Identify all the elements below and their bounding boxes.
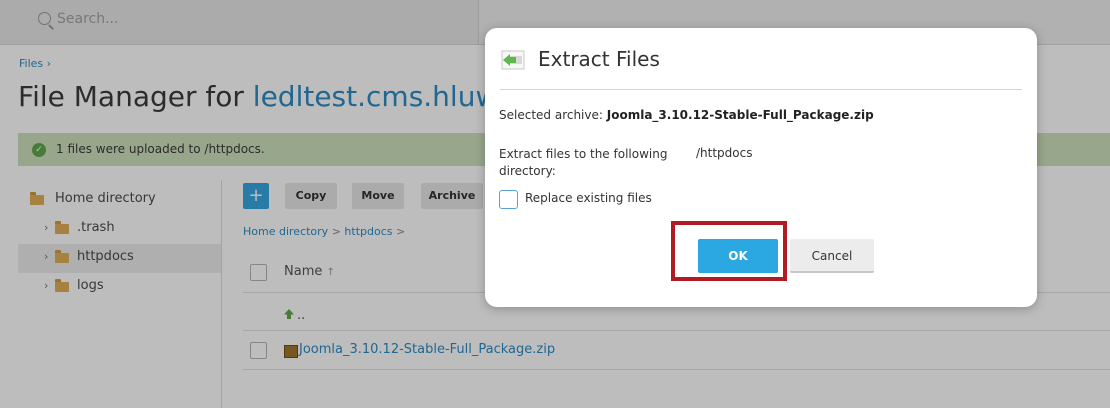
extract-icon: [501, 50, 525, 70]
selected-archive-label: Selected archive:: [499, 108, 603, 122]
replace-existing-checkbox[interactable]: [499, 190, 518, 209]
replace-existing-label[interactable]: Replace existing files: [525, 191, 652, 205]
dialog-divider: [500, 89, 1022, 90]
dialog-title: Extract Files: [538, 47, 660, 71]
extract-destination-value[interactable]: /httpdocs: [696, 146, 752, 160]
extract-files-dialog: Extract Files Selected archive: Joomla_3…: [485, 28, 1037, 307]
cancel-button[interactable]: Cancel: [790, 239, 874, 273]
selected-archive-row: Selected archive: Joomla_3.10.12-Stable-…: [499, 108, 874, 122]
ok-button[interactable]: OK: [698, 239, 778, 273]
selected-archive-value: Joomla_3.10.12-Stable-Full_Package.zip: [606, 108, 874, 122]
extract-destination-label: Extract files to the following directory…: [499, 147, 668, 178]
